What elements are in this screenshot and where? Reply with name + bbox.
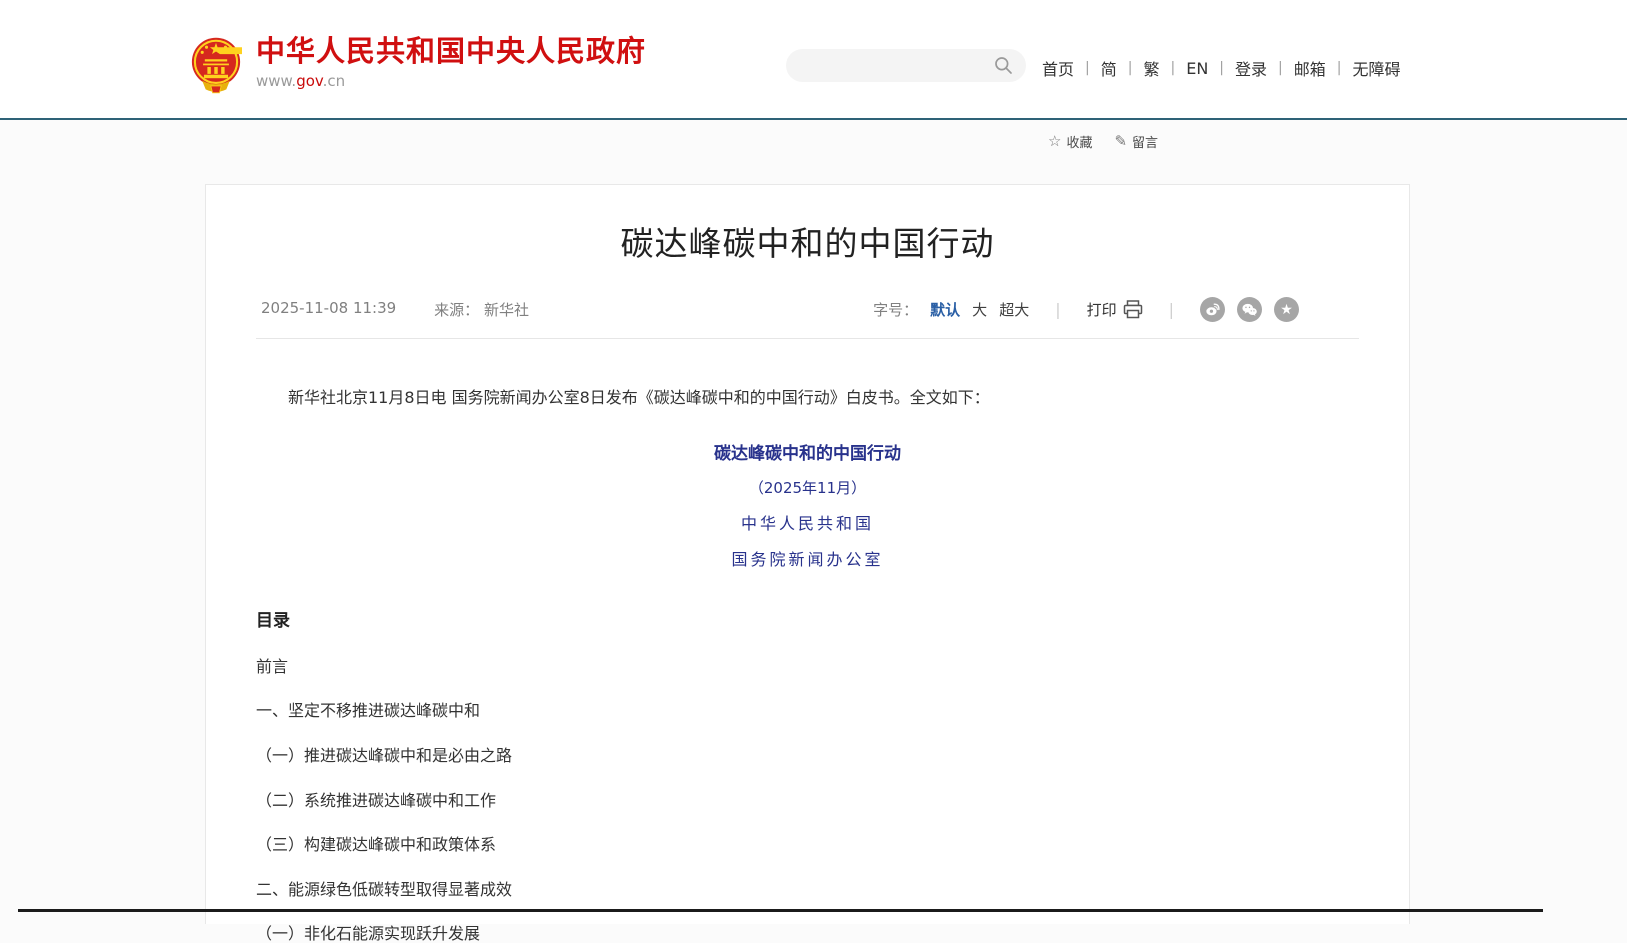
- pencil-icon: ✎: [1114, 134, 1127, 149]
- star-glyph: ★: [1280, 303, 1293, 317]
- meta-divider: [256, 338, 1359, 339]
- publish-date: 2025-11-08 11:39: [261, 299, 396, 320]
- nav-english[interactable]: EN: [1186, 59, 1208, 78]
- toc-item-2-1: （一）非化石能源实现跃升发展: [256, 925, 1359, 943]
- nav-separator: |: [1278, 60, 1283, 76]
- toolbar-separator: |: [1055, 300, 1060, 319]
- bottom-divider: [18, 909, 1543, 912]
- meta-toolbar: 字号： 默认 大 超大 | 打印 |: [873, 297, 1359, 322]
- star-icon: ☆: [1048, 134, 1061, 149]
- nav-home[interactable]: 首页: [1042, 56, 1074, 80]
- toc-item-1-1: （一）推进碳达峰碳中和是必由之路: [256, 747, 1359, 765]
- toc-item-1-2: （二）系统推进碳达峰碳中和工作: [256, 792, 1359, 810]
- site-url-suffix: .cn: [323, 72, 346, 90]
- comment-label: 留言: [1132, 132, 1158, 151]
- article-title: 碳达峰碳中和的中国行动: [256, 221, 1359, 267]
- nav-separator: |: [1219, 60, 1224, 76]
- toc-heading: 目录: [256, 606, 1359, 631]
- document-issuer-office: 国务院新闻办公室: [256, 546, 1359, 570]
- favorite-label: 收藏: [1066, 132, 1092, 151]
- toc-item-1-3: （三）构建碳达峰碳中和政策体系: [256, 836, 1359, 854]
- print-button[interactable]: 打印: [1087, 299, 1143, 320]
- font-size-xlarge[interactable]: 超大: [999, 299, 1029, 320]
- lead-paragraph: 新华社北京11月8日电 国务院新闻办公室8日发布《碳达峰碳中和的中国行动》白皮书…: [256, 385, 1359, 411]
- source-link[interactable]: 新华社: [484, 301, 529, 319]
- font-size-label: 字号：: [873, 299, 918, 320]
- meta-left: 2025-11-08 11:39 来源： 新华社: [256, 299, 529, 320]
- share-weibo-icon[interactable]: [1200, 297, 1225, 322]
- article-meta: 2025-11-08 11:39 来源： 新华社 字号： 默认 大 超大 | 打…: [256, 297, 1359, 322]
- article-card: 碳达峰碳中和的中国行动 2025-11-08 11:39 来源： 新华社 字号：…: [205, 184, 1410, 924]
- search-input[interactable]: [786, 49, 994, 82]
- nav-mailbox[interactable]: 邮箱: [1294, 56, 1326, 80]
- page: { "header": { "site_title": "中华人民共和国中央人民…: [0, 0, 1627, 915]
- site-title[interactable]: 中华人民共和国中央人民政府: [256, 36, 646, 68]
- nav-separator: |: [1128, 60, 1133, 76]
- share-wechat-icon[interactable]: [1237, 297, 1262, 322]
- site-header: 中华人民共和国中央人民政府 www.gov.cn 首页 | 简 | 繁 | EN…: [0, 0, 1627, 120]
- document-heading: 碳达峰碳中和的中国行动 （2025年11月） 中华人民共和国 国务院新闻办公室: [256, 439, 1359, 570]
- search-icon[interactable]: [994, 56, 1014, 76]
- document-title: 碳达峰碳中和的中国行动: [256, 439, 1359, 464]
- site-url-gov: gov: [296, 72, 322, 90]
- table-of-contents: 目录 前言 一、坚定不移推进碳达峰碳中和 （一）推进碳达峰碳中和是必由之路 （二…: [256, 606, 1359, 943]
- nav-simplified[interactable]: 简: [1101, 56, 1117, 80]
- nav-traditional[interactable]: 繁: [1143, 56, 1159, 80]
- comment-button[interactable]: ✎ 留言: [1114, 132, 1158, 151]
- source-label: 来源：: [434, 301, 479, 319]
- nav-separator: |: [1085, 60, 1090, 76]
- toolbar-separator: |: [1169, 300, 1174, 319]
- search-box: [786, 49, 1026, 82]
- favorite-button[interactable]: ☆ 收藏: [1048, 132, 1092, 151]
- nav-accessibility[interactable]: 无障碍: [1352, 56, 1400, 80]
- site-logo[interactable]: 中华人民共和国中央人民政府 www.gov.cn: [190, 36, 646, 98]
- nav-login[interactable]: 登录: [1235, 56, 1267, 80]
- site-title-block: 中华人民共和国中央人民政府 www.gov.cn: [256, 36, 646, 90]
- toc-item-2: 二、能源绿色低碳转型取得显著成效: [256, 881, 1359, 899]
- share-star-icon[interactable]: ★: [1274, 297, 1299, 322]
- print-label: 打印: [1087, 299, 1117, 320]
- nav-separator: |: [1170, 60, 1175, 76]
- site-url-prefix: www.: [256, 72, 296, 90]
- font-size-default[interactable]: 默认: [930, 299, 960, 320]
- printer-icon: [1123, 300, 1143, 319]
- document-date: （2025年11月）: [256, 477, 1359, 498]
- national-emblem-icon: [190, 36, 242, 98]
- top-nav: 首页 | 简 | 繁 | EN | 登录 | 邮箱 | 无障碍: [1042, 56, 1400, 80]
- document-issuer-country: 中华人民共和国: [256, 510, 1359, 534]
- font-size-large[interactable]: 大: [972, 299, 987, 320]
- page-actions: ☆ 收藏 ✎ 留言: [1048, 132, 1158, 151]
- source-block: 来源： 新华社: [434, 299, 529, 320]
- toc-item-1: 一、坚定不移推进碳达峰碳中和: [256, 702, 1359, 720]
- site-url[interactable]: www.gov.cn: [256, 72, 646, 90]
- toc-item-preface: 前言: [256, 658, 1359, 676]
- nav-separator: |: [1337, 60, 1342, 76]
